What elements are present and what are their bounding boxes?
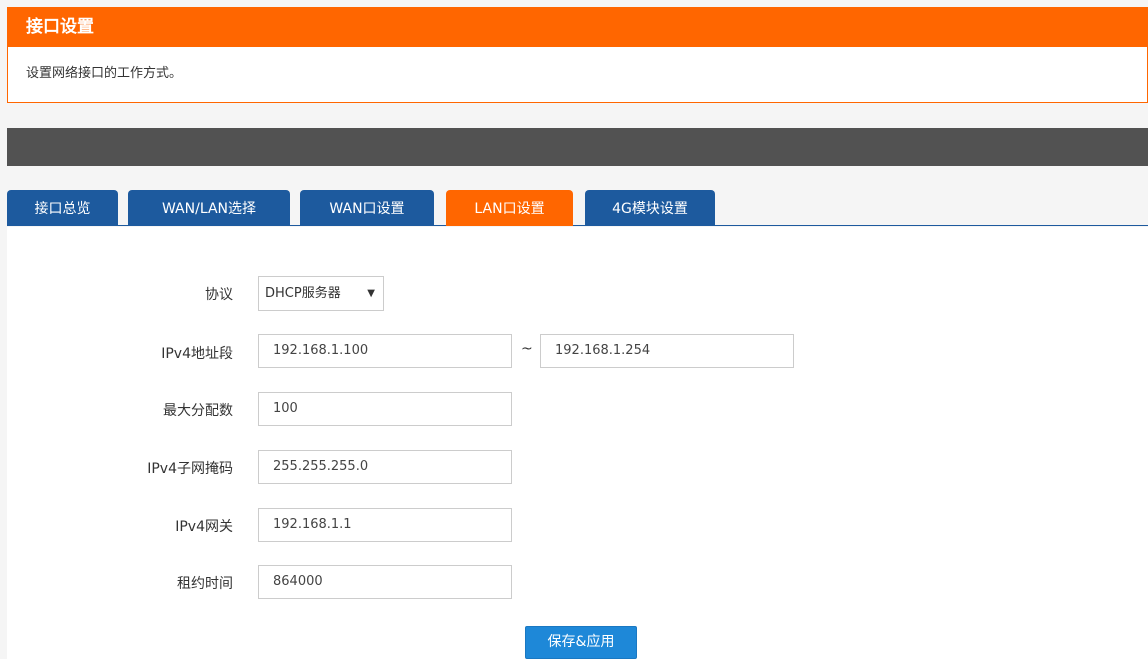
netmask-input[interactable]: 255.255.255.0 <box>258 450 512 484</box>
tab-wan-lan-select[interactable]: WAN/LAN选择 <box>128 190 290 226</box>
range-separator: ~ <box>521 341 533 357</box>
netmask-label: IPv4子网掩码 <box>147 461 233 477</box>
section-header: 接口设置 <box>7 7 1148 47</box>
page-title: 接口设置 <box>26 17 94 37</box>
ipv4-range-label: IPv4地址段 <box>161 346 233 362</box>
tab-wan-settings[interactable]: WAN口设置 <box>300 190 434 226</box>
save-apply-button[interactable]: 保存&应用 <box>525 626 637 659</box>
ipv4-range-start-input[interactable]: 192.168.1.100 <box>258 334 512 368</box>
gateway-input[interactable]: 192.168.1.1 <box>258 508 512 542</box>
page: 接口设置 设置网络接口的工作方式。 接口总览 WAN/LAN选择 WAN口设置 … <box>0 0 1148 659</box>
description-box: 设置网络接口的工作方式。 <box>7 47 1148 103</box>
tab-interface-overview[interactable]: 接口总览 <box>7 190 118 226</box>
toolbar-bar <box>7 128 1148 166</box>
chevron-down-icon: ▼ <box>367 288 375 299</box>
tab-lan-settings[interactable]: LAN口设置 <box>446 190 573 226</box>
protocol-label: 协议 <box>205 287 233 303</box>
tab-4g-module-settings[interactable]: 4G模块设置 <box>585 190 715 226</box>
lease-time-label: 租约时间 <box>177 576 233 592</box>
max-leases-label: 最大分配数 <box>163 403 233 419</box>
ipv4-range-end-input[interactable]: 192.168.1.254 <box>540 334 794 368</box>
protocol-select-value: DHCP服务器 <box>265 286 341 301</box>
gateway-label: IPv4网关 <box>175 519 233 535</box>
lan-settings-form: 协议 DHCP服务器 ▼ IPv4地址段 192.168.1.100 ~ 192… <box>7 227 1148 659</box>
lease-time-input[interactable]: 864000 <box>258 565 512 599</box>
page-description: 设置网络接口的工作方式。 <box>26 66 183 81</box>
max-leases-input[interactable]: 100 <box>258 392 512 426</box>
tab-bar: 接口总览 WAN/LAN选择 WAN口设置 LAN口设置 4G模块设置 <box>7 190 1148 226</box>
protocol-select[interactable]: DHCP服务器 ▼ <box>258 276 384 311</box>
